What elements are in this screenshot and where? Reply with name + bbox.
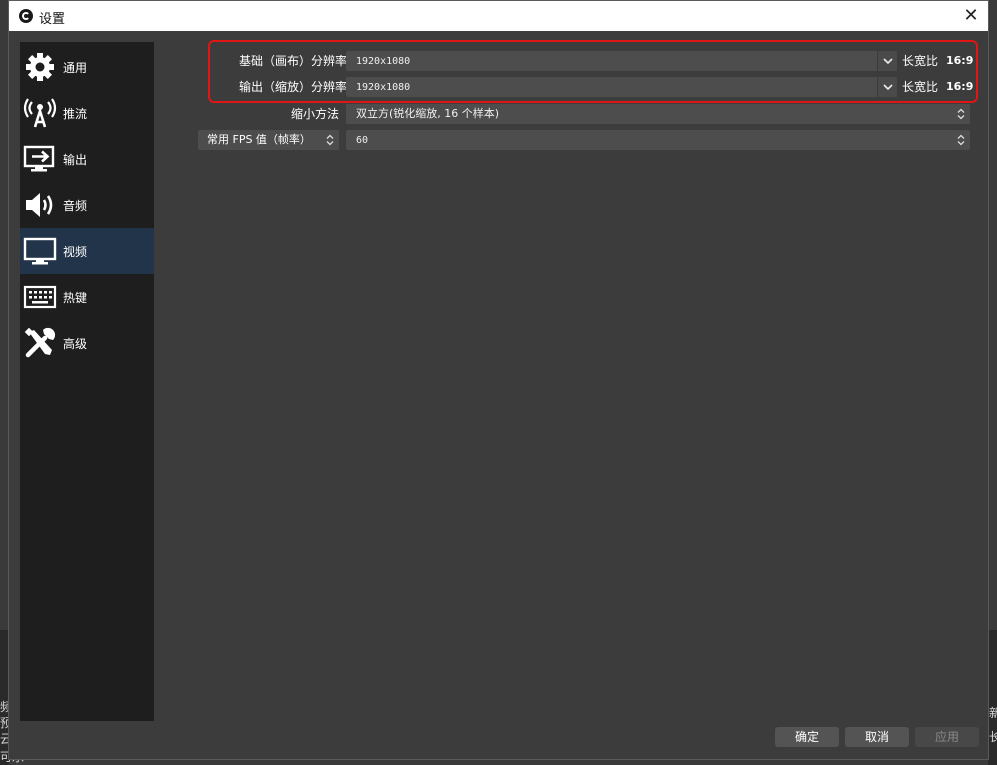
downscale-filter-select[interactable]: 双立方(锐化缩放, 16 个样本) [346, 104, 970, 124]
background-text: 新 [989, 706, 997, 720]
output-resolution-value: 1920x1080 [356, 82, 411, 93]
output-resolution-row: 输出（缩放）分辨率 [169, 77, 347, 97]
monitor-icon [23, 234, 57, 268]
cancel-button[interactable]: 取消 [845, 727, 909, 747]
close-button[interactable]: ✕ [960, 5, 982, 27]
base-resolution-value: 1920x1080 [356, 56, 411, 67]
output-resolution-combobox[interactable]: 1920x1080 [346, 77, 897, 97]
keyboard-icon [23, 280, 57, 314]
base-aspect-label: 长宽比 [902, 54, 939, 68]
sidebar-item-label: 推流 [63, 106, 88, 121]
chevron-down-icon[interactable] [877, 77, 897, 97]
sidebar-item-hotkeys[interactable]: 热键 [20, 274, 154, 320]
chevron-down-icon[interactable] [877, 51, 897, 71]
sidebar-item-label: 通用 [63, 60, 88, 75]
updown-arrow-icon [952, 104, 970, 124]
downscale-filter-value: 双立方(锐化缩放, 16 个样本) [356, 107, 500, 120]
updown-arrow-icon [952, 130, 970, 150]
sidebar-item-label: 视频 [63, 244, 88, 259]
fps-type-select[interactable]: 常用 FPS 值（帧率） [198, 130, 339, 150]
sidebar-item-audio[interactable]: 音频 [20, 182, 154, 228]
sidebar-item-label: 热键 [63, 290, 88, 305]
obs-logo-icon [19, 9, 33, 23]
sidebar-item-output[interactable]: 输出 [20, 136, 154, 182]
output-resolution-label: 输出（缩放）分辨率 [238, 80, 347, 94]
sidebar-item-label: 输出 [63, 152, 88, 167]
ok-button[interactable]: 确定 [775, 727, 839, 747]
sidebar-item-stream[interactable]: 推流 [20, 90, 154, 136]
sidebar-item-general[interactable]: 通用 [20, 44, 154, 90]
output-aspect-label: 长宽比 [902, 80, 939, 94]
output-aspect-value: 16:9 [946, 80, 974, 93]
downscale-filter-label: 缩小方法 [290, 107, 339, 121]
sidebar-item-video[interactable]: 视频 [20, 228, 154, 274]
window-title: 设置 [39, 12, 66, 27]
title-bar: 设置 ✕ [9, 1, 988, 31]
speaker-icon [23, 188, 57, 222]
fps-value: 60 [356, 135, 369, 146]
base-aspect-value: 16:9 [946, 54, 974, 67]
sidebar-item-advanced[interactable]: 高级 [20, 320, 154, 366]
tools-icon [23, 326, 57, 360]
downscale-filter-row: 缩小方法 [169, 104, 339, 124]
base-resolution-combobox[interactable]: 1920x1080 [346, 51, 897, 71]
apply-button[interactable]: 应用 [915, 727, 979, 747]
settings-window: 设置 ✕ 通用 推流 输出 音频 视频 热键 高级 基础（画布）分辨率 1920… [8, 0, 989, 760]
updown-arrow-icon [321, 130, 339, 150]
settings-sidebar: 通用 推流 输出 音频 视频 热键 高级 [20, 42, 154, 721]
background-text: 长 [989, 730, 997, 744]
output-icon [23, 142, 57, 176]
fps-value-select[interactable]: 60 [346, 130, 970, 150]
base-resolution-row: 基础（画布）分辨率 [169, 51, 347, 71]
broadcast-icon [23, 96, 57, 130]
fps-type-value: 常用 FPS 值（帧率） [207, 133, 311, 146]
sidebar-item-label: 高级 [63, 336, 88, 351]
gear-icon [23, 50, 57, 84]
base-resolution-label: 基础（画布）分辨率 [238, 54, 347, 68]
sidebar-item-label: 音频 [63, 198, 88, 213]
